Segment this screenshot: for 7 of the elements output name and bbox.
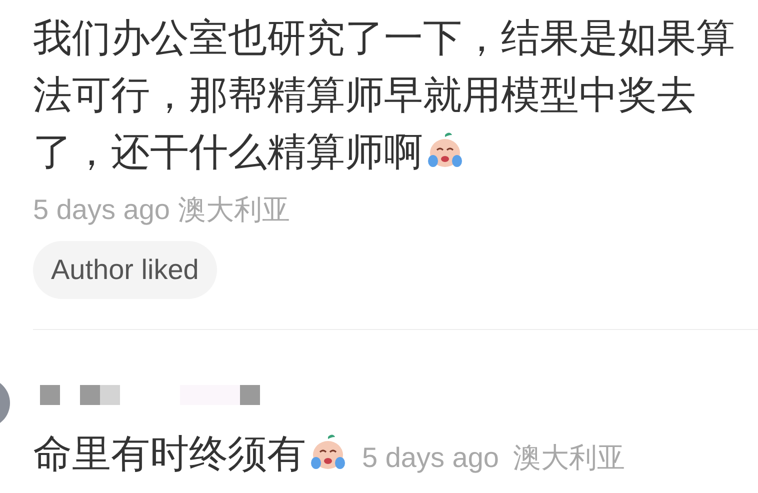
- comment-text: 我们办公室也研究了一下，结果是如果算法可行，那帮精算师早就用模型中奖去了，还干什么精算师啊: [33, 16, 736, 176]
- comment-time: 5 days ago: [362, 441, 499, 475]
- comment-location: 澳大利亚: [513, 441, 625, 475]
- comment-time: 5 days ago: [33, 193, 170, 227]
- author-liked-badge: Author liked: [33, 241, 217, 299]
- comment-location: 澳大利亚: [178, 193, 290, 227]
- comment-text: 命里有时终须有: [33, 430, 348, 480]
